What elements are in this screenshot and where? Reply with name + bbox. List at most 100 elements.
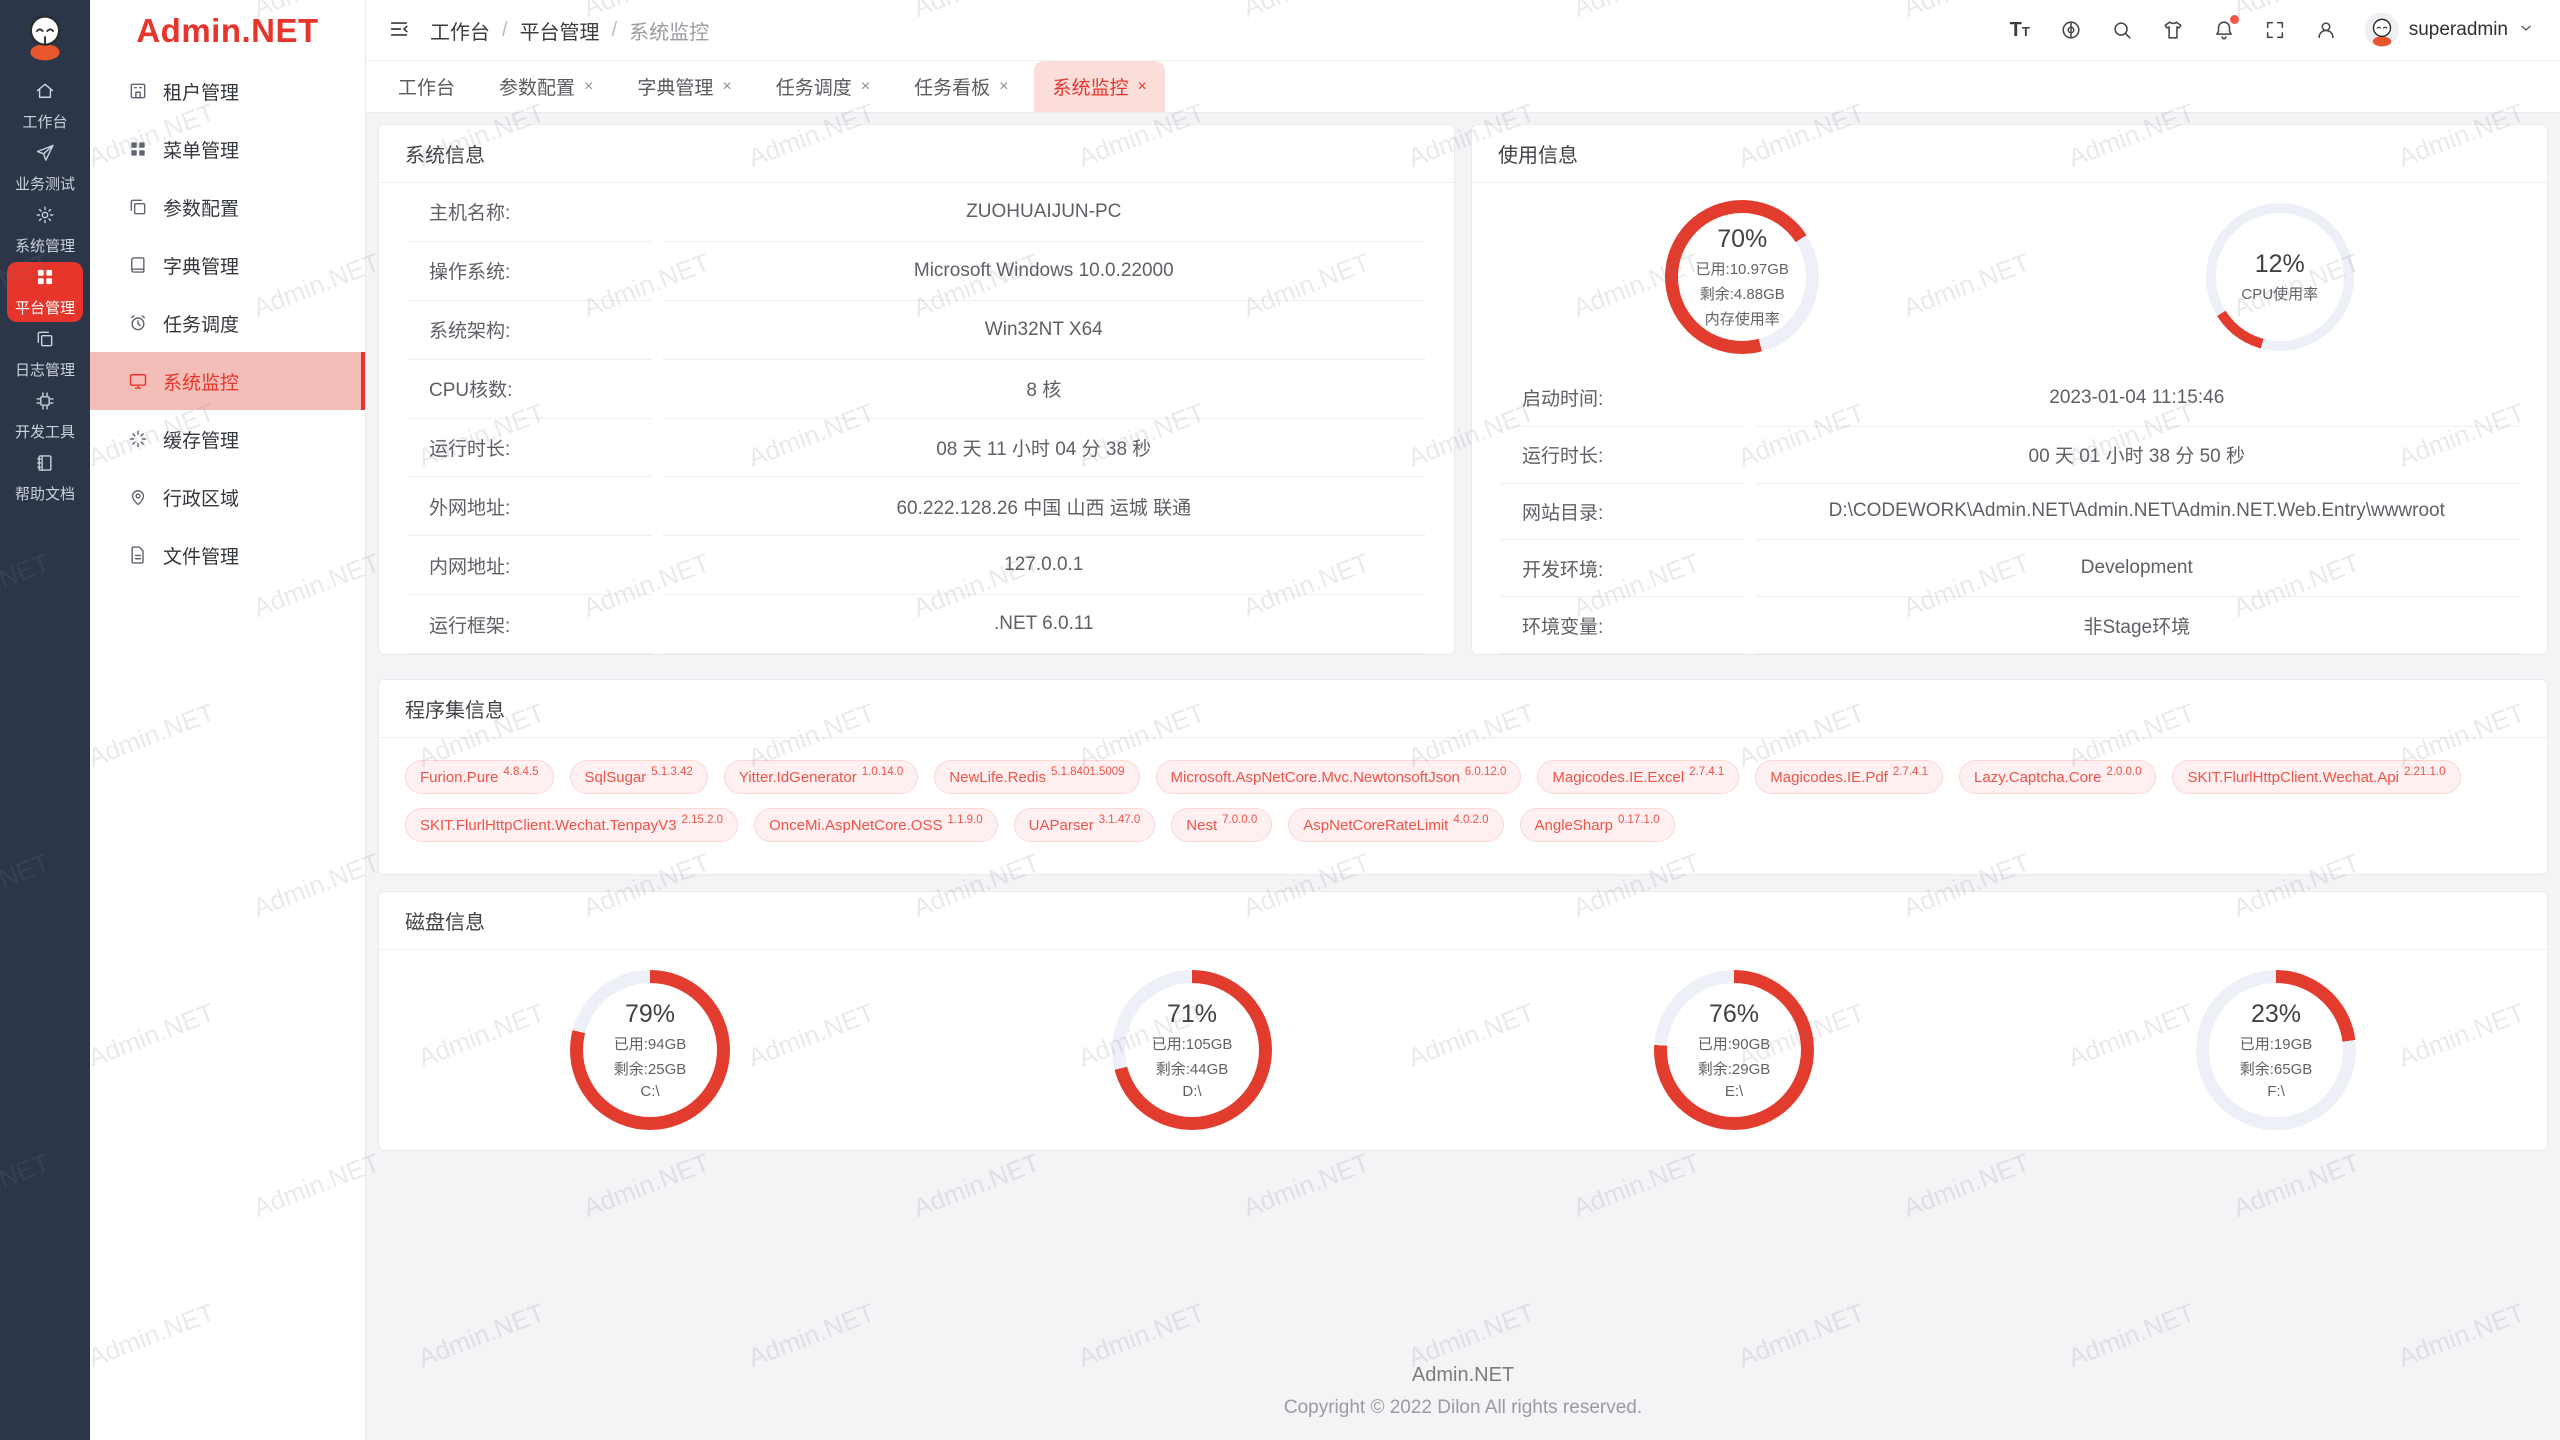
cpu-usage-donut: 12%CPU使用率 xyxy=(2206,203,2354,351)
donut-label-line: CPU使用率 xyxy=(2241,283,2318,304)
tab-close-icon[interactable]: × xyxy=(999,78,1008,96)
info-value: 00 天 01 小时 38 分 50 秒 xyxy=(1755,427,2519,484)
sidebar-item-8[interactable]: 文件管理 xyxy=(90,526,365,584)
package-version: 7.0.0.0 xyxy=(1222,814,1257,826)
package-badge: OnceMi.AspNetCore.OSS1.1.9.0 xyxy=(754,808,998,842)
package-badge: Magicodes.IE.Excel2.7.4.1 xyxy=(1537,760,1739,794)
package-badge: SqlSugar5.1.3.42 xyxy=(570,760,708,794)
sidebar-item-7[interactable]: 行政区域 xyxy=(90,468,365,526)
donut-label-line: C:\ xyxy=(640,1083,659,1100)
tab-2[interactable]: 字典管理× xyxy=(619,61,749,112)
system-info-rows: 主机名称:ZUOHUAIJUN-PC操作系统:Microsoft Windows… xyxy=(379,183,1454,654)
info-label: CPU核数: xyxy=(407,360,652,419)
info-value: Development xyxy=(1755,540,2519,597)
disk-c-donut: 79%已用:94GB剩余:25GBC:\ xyxy=(570,970,730,1130)
tab-close-icon[interactable]: × xyxy=(861,78,870,96)
user-menu[interactable]: superadmin xyxy=(2365,13,2534,47)
tab-label: 任务看板 xyxy=(914,73,990,100)
monitor-icon xyxy=(128,371,148,391)
info-row: 环境变量:非Stage环境 xyxy=(1472,597,2547,654)
user-center-icon[interactable] xyxy=(2314,18,2338,42)
donut-label-line: F:\ xyxy=(2267,1083,2285,1100)
theme-skin-icon[interactable] xyxy=(2161,18,2185,42)
chip-icon xyxy=(35,391,55,416)
donut-label-line: 剩余:29GB xyxy=(1698,1058,1771,1079)
top-cards-row: 系统信息 主机名称:ZUOHUAIJUN-PC操作系统:Microsoft Wi… xyxy=(378,124,2548,655)
send-icon xyxy=(35,143,55,168)
usage-info-card: 使用信息 70%已用:10.97GB剩余:4.88GB内存使用率12%CPU使用… xyxy=(1471,124,2548,655)
notification-dot xyxy=(2230,15,2239,24)
info-label: 运行框架: xyxy=(407,595,652,654)
package-badge: SKIT.FlurlHttpClient.Wechat.TenpayV32.15… xyxy=(405,808,738,842)
info-label: 内网地址: xyxy=(407,536,652,595)
gear-icon xyxy=(35,205,55,230)
package-badge: Yitter.IdGenerator1.0.14.0 xyxy=(724,760,918,794)
tab-4[interactable]: 任务看板 × xyxy=(896,61,1026,112)
app-mascot-logo[interactable] xyxy=(19,10,71,62)
disk-d-donut: 71%已用:105GB剩余:44GBD:\ xyxy=(1112,970,1272,1130)
info-value: .NET 6.0.11 xyxy=(662,595,1426,654)
package-name: SKIT.FlurlHttpClient.Wechat.TenpayV3 xyxy=(420,817,677,834)
sidebar-item-4[interactable]: 任务调度 xyxy=(90,294,365,352)
package-badge: Microsoft.AspNetCore.Mvc.NewtonsoftJson6… xyxy=(1156,760,1522,794)
search-icon[interactable] xyxy=(2110,18,2134,42)
sidebar-item-1[interactable]: 菜单管理 xyxy=(90,120,365,178)
notification-bell-icon[interactable] xyxy=(2212,18,2236,42)
package-name: UAParser xyxy=(1029,817,1094,834)
rail-item-4[interactable]: 日志管理 xyxy=(7,324,83,384)
info-value: 60.222.128.26 中国 山西 运城 联通 xyxy=(662,477,1426,536)
tab-label: 工作台 xyxy=(398,73,455,100)
tab-3[interactable]: 任务调度× xyxy=(758,61,888,112)
rail-item-5[interactable]: 开发工具 xyxy=(7,386,83,446)
package-name: Nest xyxy=(1186,817,1217,834)
sidebar-item-label: 缓存管理 xyxy=(163,426,239,453)
sidebar-item-0[interactable]: 租户管理 xyxy=(90,62,365,120)
rail-item-3[interactable]: 平台管理 xyxy=(7,262,83,322)
secondary-sidebar: Admin.NET 租户管理菜单管理参数配置字典管理任务调度系统监控缓存管理行政… xyxy=(90,0,366,1440)
breadcrumb-item-0[interactable]: 工作台 xyxy=(430,16,490,45)
package-name: Magicodes.IE.Pdf xyxy=(1770,769,1888,786)
rail-item-1[interactable]: 业务测试 xyxy=(7,138,83,198)
tab-close-icon[interactable]: × xyxy=(722,78,731,96)
rail-item-2[interactable]: 系统管理 xyxy=(7,200,83,260)
tab-close-icon[interactable]: × xyxy=(1137,78,1146,96)
info-value: 08 天 11 小时 04 分 38 秒 xyxy=(662,419,1426,478)
info-row: 操作系统:Microsoft Windows 10.0.22000 xyxy=(379,242,1454,301)
font-size-icon[interactable]: TT xyxy=(2008,18,2032,42)
fullscreen-icon[interactable] xyxy=(2263,18,2287,42)
rail-item-0[interactable]: 工作台 xyxy=(7,76,83,136)
sidebar-item-6[interactable]: 缓存管理 xyxy=(90,410,365,468)
tab-0[interactable]: 工作台 xyxy=(380,61,473,112)
sidebar-item-3[interactable]: 字典管理 xyxy=(90,236,365,294)
rail-item-label: 平台管理 xyxy=(15,297,75,318)
footer-copyright: Copyright © 2022 Dilon All rights reserv… xyxy=(378,1397,2548,1419)
screen-size-icon[interactable] xyxy=(2059,18,2083,42)
package-badges: Furion.Pure4.8.4.5 SqlSugar5.1.3.42 Yitter… xyxy=(379,738,2547,874)
page-footer: Admin.NET Copyright © 2022 Dilon All rig… xyxy=(378,1364,2548,1419)
sidebar-item-label: 文件管理 xyxy=(163,542,239,569)
package-badge: Lazy.Captcha.Core2.0.0.0 xyxy=(1959,760,2156,794)
package-badge: Furion.Pure4.8.4.5 xyxy=(405,760,554,794)
topbar-icons: TT xyxy=(2008,18,2338,42)
tab-close-icon[interactable]: × xyxy=(584,78,593,96)
info-value: Win32NT X64 xyxy=(662,301,1426,360)
sidebar-item-2[interactable]: 参数配置 xyxy=(90,178,365,236)
package-version: 3.1.47.0 xyxy=(1099,814,1141,826)
breadcrumb-item-1[interactable]: 平台管理 xyxy=(520,16,600,45)
donut-percent: 71% xyxy=(1167,1000,1217,1029)
card-title-assembly: 程序集信息 xyxy=(379,680,2547,738)
grid-icon xyxy=(35,267,55,292)
tab-5[interactable]: 系统监控× xyxy=(1034,61,1164,112)
rail-item-label: 工作台 xyxy=(22,111,67,132)
package-version: 4.8.4.5 xyxy=(503,766,538,778)
rail-item-6[interactable]: 帮助文档 xyxy=(7,448,83,508)
donut-label-line: 已用:90GB xyxy=(1698,1033,1771,1054)
sidebar-item-label: 行政区域 xyxy=(163,484,239,511)
menu-collapse-icon[interactable] xyxy=(388,18,412,42)
info-label: 开发环境: xyxy=(1500,540,1745,597)
donut-percent: 76% xyxy=(1709,1000,1759,1029)
username: superadmin xyxy=(2409,19,2508,41)
sidebar-item-5[interactable]: 系统监控 xyxy=(90,352,365,410)
package-badge: Magicodes.IE.Pdf2.7.4.1 xyxy=(1755,760,1943,794)
tab-1[interactable]: 参数配置× xyxy=(481,61,611,112)
